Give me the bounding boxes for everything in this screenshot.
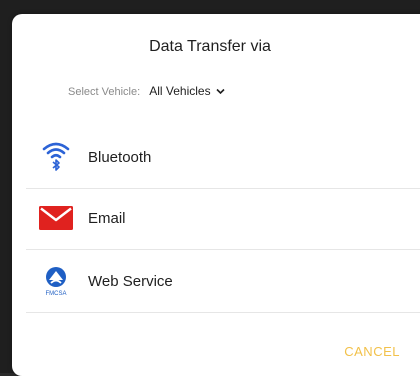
email-label: Email xyxy=(88,209,126,227)
fmcsa-caption: FMCSA xyxy=(46,291,67,297)
vehicle-select-dropdown[interactable]: All Vehicles xyxy=(149,84,225,98)
vehicle-select-row: Select Vehicle: All Vehicles xyxy=(68,84,225,98)
dialog-title: Data Transfer via xyxy=(149,38,271,55)
web-service-option[interactable]: FMCSA Web Service xyxy=(26,250,420,312)
data-transfer-dialog: Data Transfer via Select Vehicle: All Ve… xyxy=(12,14,420,376)
email-icon xyxy=(38,200,74,236)
divider xyxy=(26,312,420,313)
web-service-label: Web Service xyxy=(88,272,173,290)
web-service-icon: FMCSA xyxy=(38,263,74,299)
chevron-down-icon xyxy=(216,87,225,98)
bluetooth-icon xyxy=(38,139,74,175)
bluetooth-option[interactable]: Bluetooth xyxy=(26,126,420,188)
bluetooth-label: Bluetooth xyxy=(88,148,152,166)
select-vehicle-label: Select Vehicle: xyxy=(68,86,141,98)
cancel-button[interactable]: CANCEL xyxy=(344,344,400,359)
vehicle-select-value: All Vehicles xyxy=(149,84,211,98)
email-option[interactable]: Email xyxy=(26,187,420,249)
